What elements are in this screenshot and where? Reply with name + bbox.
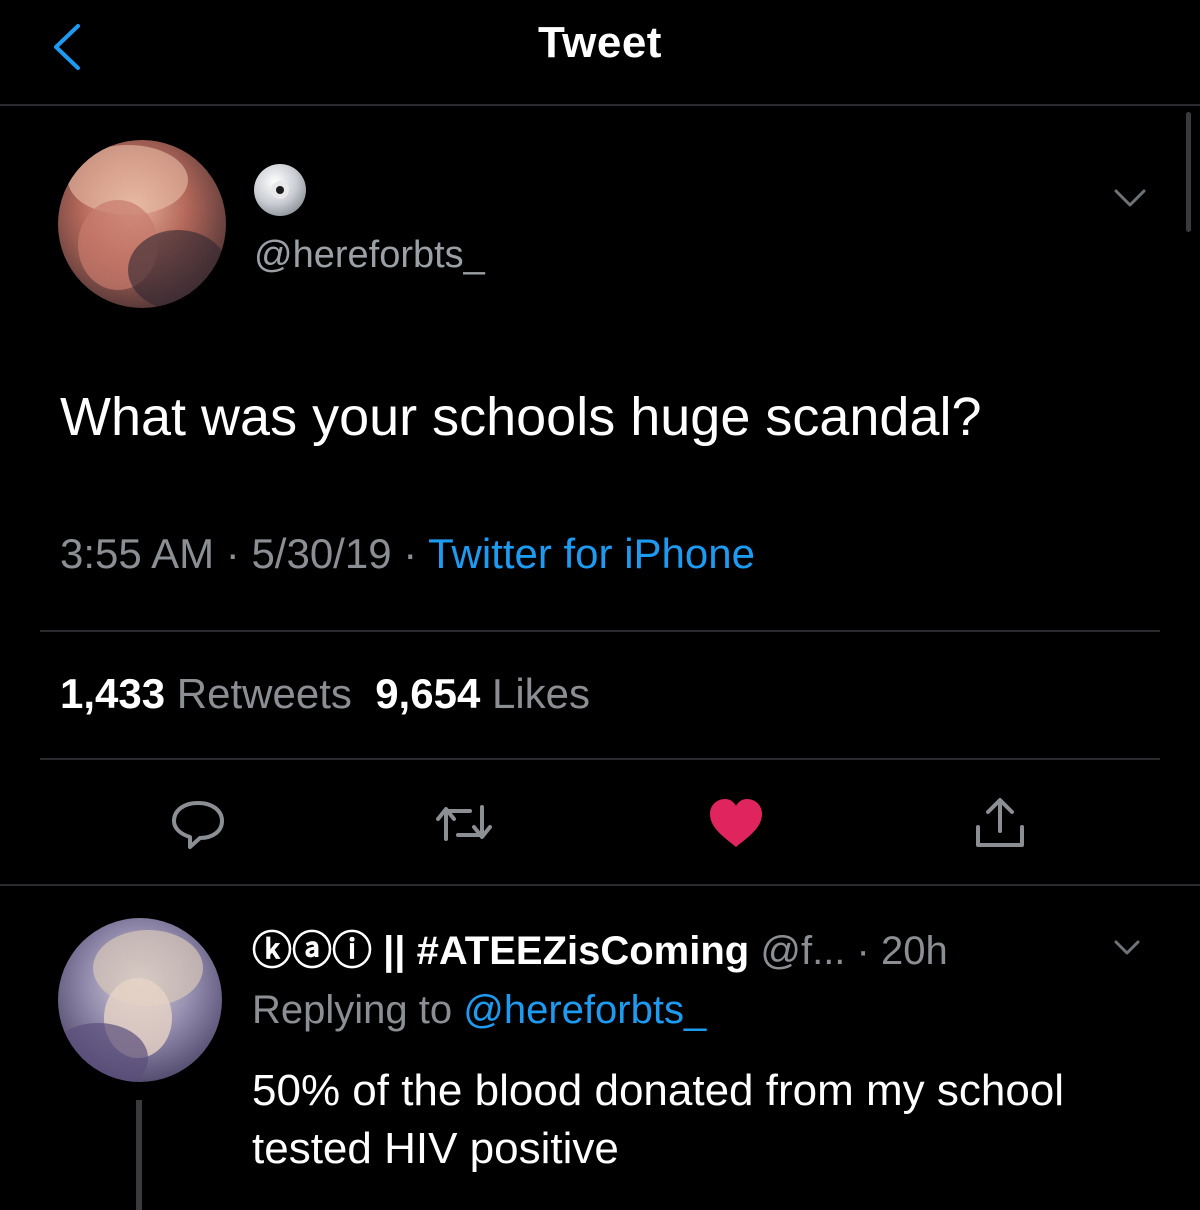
tweet-meta: 3:55 AM · 5/30/19 · Twitter for iPhone bbox=[60, 530, 755, 578]
reply-header: ⓚⓐⓘ || #ATEEZisComing @f... · 20h bbox=[252, 918, 948, 976]
replying-to: Replying to @hereforbts_ bbox=[252, 988, 706, 1033]
likes-stat[interactable]: 9,654 Likes bbox=[375, 670, 590, 717]
divider bbox=[40, 758, 1160, 760]
divider bbox=[40, 630, 1160, 632]
author-handle[interactable]: @hereforbts_ bbox=[254, 234, 485, 277]
reply-time[interactable]: · 20h bbox=[857, 929, 948, 973]
replying-handle-link[interactable]: @hereforbts_ bbox=[463, 988, 706, 1032]
like-icon[interactable] bbox=[706, 795, 766, 851]
tweet-date: 5/30/19 bbox=[251, 530, 392, 577]
divider bbox=[0, 884, 1200, 886]
share-icon[interactable] bbox=[970, 795, 1030, 851]
reply-handle[interactable]: @f... bbox=[760, 929, 845, 973]
retweets-count: 1,433 bbox=[60, 670, 166, 717]
cd-disc-icon bbox=[254, 164, 306, 216]
avatar[interactable] bbox=[58, 140, 226, 308]
reply-display-name[interactable]: ⓚⓐⓘ || #ATEEZisComing bbox=[252, 929, 749, 973]
chevron-down-icon[interactable] bbox=[1112, 186, 1148, 210]
page-title: Tweet bbox=[538, 18, 662, 67]
retweets-label: Retweets bbox=[176, 670, 352, 717]
tweet-source-link[interactable]: Twitter for iPhone bbox=[428, 530, 755, 577]
retweets-stat[interactable]: 1,433 Retweets bbox=[60, 670, 352, 717]
thread-line bbox=[136, 1100, 142, 1210]
scrollbar[interactable] bbox=[1186, 112, 1191, 232]
meta-separator: · bbox=[225, 530, 252, 577]
reply-text: 50% of the blood donated from my school … bbox=[252, 1066, 1065, 1173]
tweet-time: 3:55 AM bbox=[60, 530, 215, 577]
retweet-icon[interactable] bbox=[434, 795, 494, 851]
tweet-text: What was your schools huge scandal? bbox=[60, 387, 982, 447]
likes-label: Likes bbox=[491, 670, 591, 717]
top-nav-bar: Tweet bbox=[0, 0, 1200, 106]
replying-prefix: Replying to bbox=[252, 988, 453, 1032]
meta-separator: · bbox=[403, 530, 429, 577]
reply-avatar[interactable] bbox=[58, 918, 222, 1082]
likes-count: 9,654 bbox=[375, 670, 481, 717]
chevron-down-icon[interactable] bbox=[1112, 938, 1142, 958]
tweet-stats: 1,433 Retweets 9,654 Likes bbox=[60, 670, 590, 718]
reply-icon[interactable] bbox=[168, 795, 228, 851]
